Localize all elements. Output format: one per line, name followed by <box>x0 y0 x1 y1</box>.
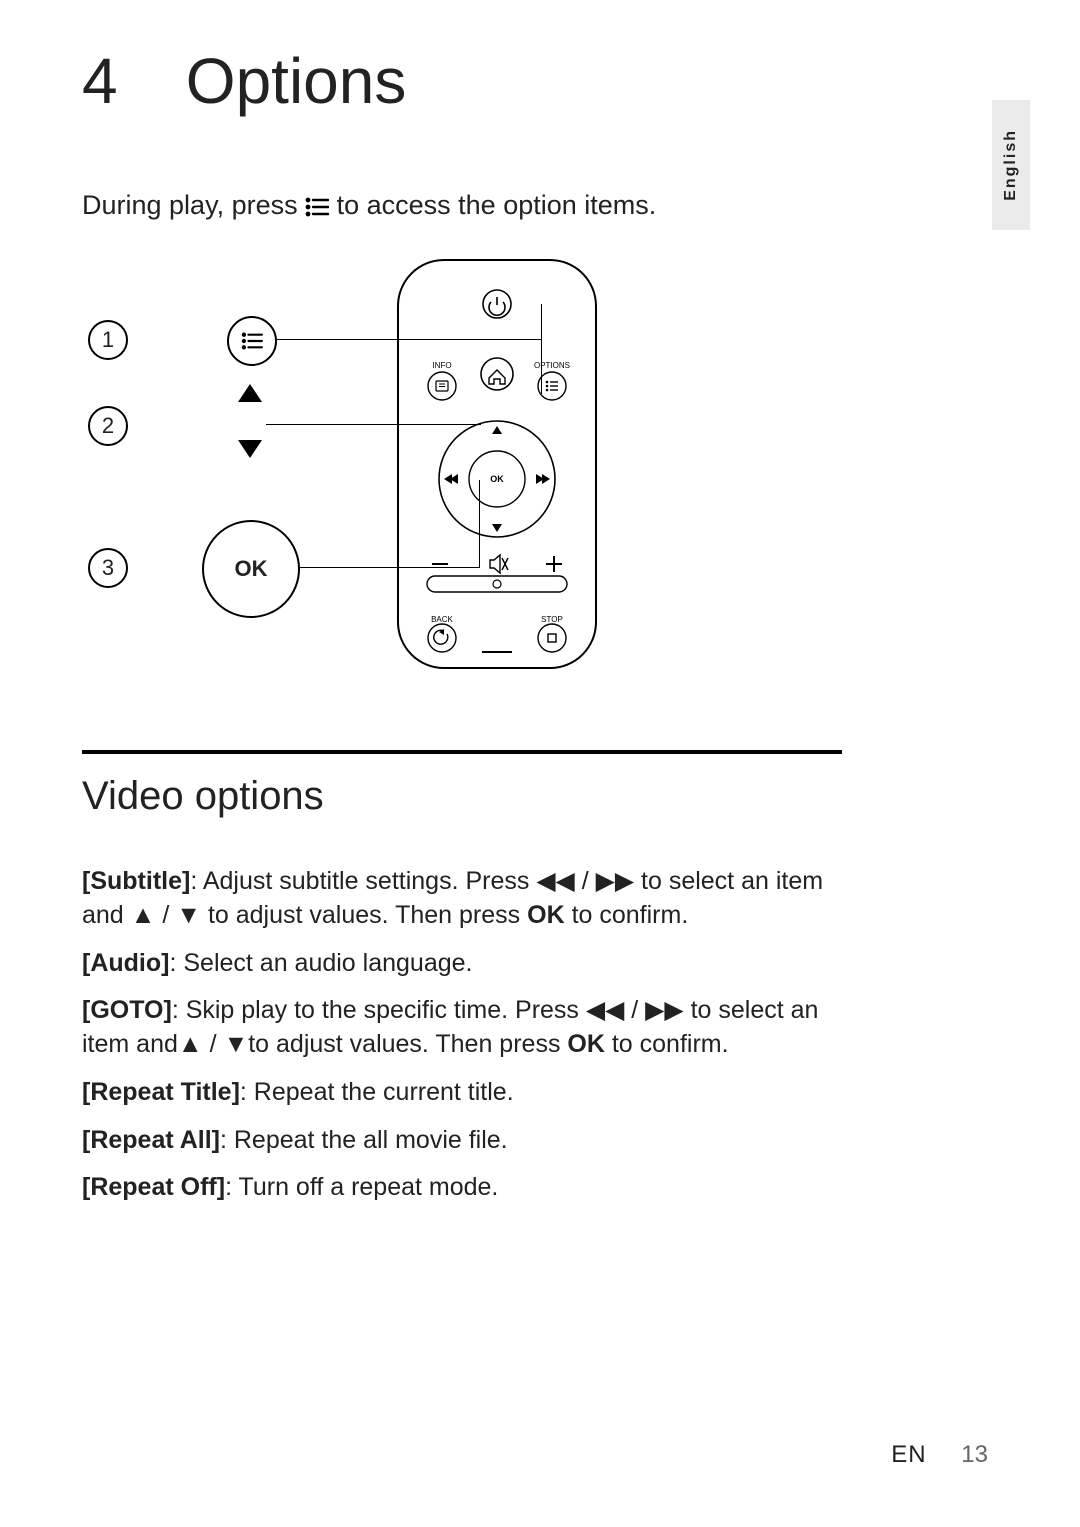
remote-ok-label: OK <box>490 474 504 484</box>
intro-text: During play, press to access the option … <box>82 188 842 226</box>
callout-list-icon <box>227 316 277 366</box>
list-icon <box>305 191 329 226</box>
up-down-glyph: ▲ / ▼ <box>131 901 201 929</box>
option-subtitle: [Subtitle]: Adjust subtitle settings. Pr… <box>82 865 842 933</box>
video-options-list: [Subtitle]: Adjust subtitle settings. Pr… <box>82 865 842 1205</box>
option-repeat-title: [Repeat Title]: Repeat the current title… <box>82 1076 842 1110</box>
chapter-heading: 4 Options <box>82 44 842 118</box>
footer-lang: EN <box>891 1441 926 1468</box>
remote-back-label: BACK <box>431 615 453 624</box>
page-footer: EN 13 <box>891 1441 988 1469</box>
remote-info-label: INFO <box>432 361 451 370</box>
callout-1: 1 <box>88 320 128 360</box>
rewind-forward-glyph: ◀◀ / ▶▶ <box>536 867 634 895</box>
option-audio: [Audio]: Select an audio language. <box>82 947 842 981</box>
callout-ok: OK <box>202 520 300 618</box>
section-heading: Video options <box>82 774 842 819</box>
callout-3: 3 <box>88 548 128 588</box>
callout-2: 2 <box>88 406 128 446</box>
section-divider <box>82 750 842 754</box>
language-tab-label: English <box>1002 129 1020 201</box>
chapter-number: 4 <box>82 44 168 118</box>
manual-page: English 4 Options During play, press to … <box>0 0 1080 1527</box>
up-down-glyph: ▲ / ▼ <box>178 1030 248 1058</box>
chapter-title: Options <box>186 45 407 117</box>
arrow-down-icon <box>238 440 262 458</box>
rewind-forward-glyph: ◀◀ / ▶▶ <box>586 996 684 1024</box>
language-tab: English <box>992 100 1030 230</box>
remote-control-illustration: INFO OPTIONS OK <box>392 254 602 674</box>
remote-stop-label: STOP <box>541 615 563 624</box>
page-content: 4 Options During play, press to access t… <box>82 44 842 1219</box>
footer-page-number: 13 <box>961 1441 988 1468</box>
remote-callout-diagram: 1 2 3 OK <box>82 254 722 684</box>
option-repeat-all: [Repeat All]: Repeat the all movie file. <box>82 1124 842 1158</box>
remote-options-label: OPTIONS <box>534 361 570 370</box>
arrow-up-icon <box>238 384 262 402</box>
option-repeat-off: [Repeat Off]: Turn off a repeat mode. <box>82 1171 842 1205</box>
option-goto: [GOTO]: Skip play to the specific time. … <box>82 994 842 1062</box>
